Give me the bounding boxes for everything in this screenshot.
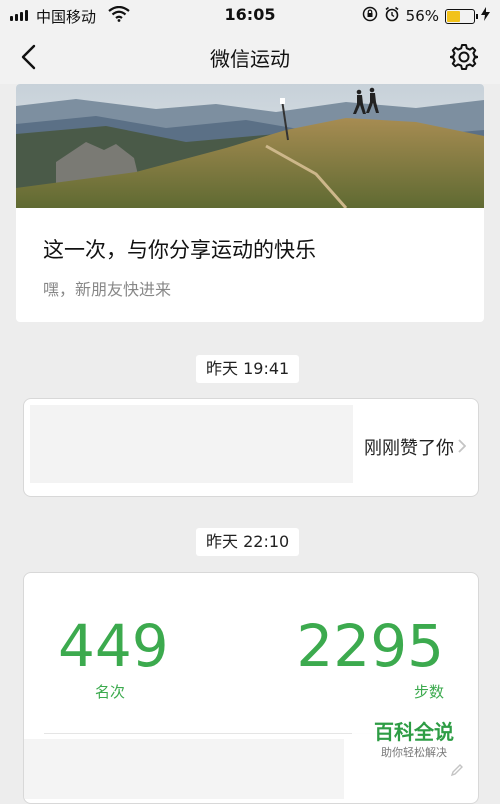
- share-subtitle: 嘿，新朋友快进来: [43, 280, 172, 299]
- watermark-subtitle: 助你轻松解决: [381, 746, 447, 759]
- edit-icon: [450, 764, 463, 777]
- blurred-avatar-area: [30, 405, 353, 483]
- step-stats-card[interactable]: 449 名次 2295 步数: [23, 572, 479, 804]
- alarm-icon: [384, 6, 400, 26]
- nav-bar: 微信运动: [0, 30, 500, 84]
- rotation-lock-icon: [362, 6, 378, 26]
- share-card[interactable]: 这一次，与你分享运动的快乐 嘿，新朋友快进来: [16, 84, 484, 322]
- timestamp-label: 昨天 19:41: [196, 355, 300, 383]
- status-bar: 中国移动 16:05 56%: [0, 0, 500, 30]
- like-notification-card[interactable]: 刚刚赞了你: [23, 398, 479, 497]
- page-title: 微信运动: [210, 47, 290, 71]
- steps-value: 2295: [296, 612, 444, 680]
- battery-percent: 56%: [405, 7, 439, 25]
- charging-icon: [481, 7, 490, 25]
- rank-value: 449: [58, 612, 169, 680]
- settings-button[interactable]: [449, 43, 479, 75]
- chevron-right-icon: [458, 439, 466, 453]
- timestamp-label: 昨天 22:10: [196, 528, 300, 556]
- like-notification-text: 刚刚赞了你: [364, 438, 454, 459]
- steps-label: 步数: [413, 683, 444, 701]
- battery-icon: [445, 8, 478, 24]
- watermark: 百科全说 助你轻松解决: [352, 708, 476, 764]
- rank-label: 名次: [95, 683, 126, 701]
- share-headline: 这一次，与你分享运动的快乐: [43, 238, 316, 262]
- hero-image: [16, 84, 484, 208]
- blurred-content-area: [24, 739, 344, 799]
- gear-icon: [449, 44, 479, 70]
- watermark-title: 百科全说: [374, 720, 454, 744]
